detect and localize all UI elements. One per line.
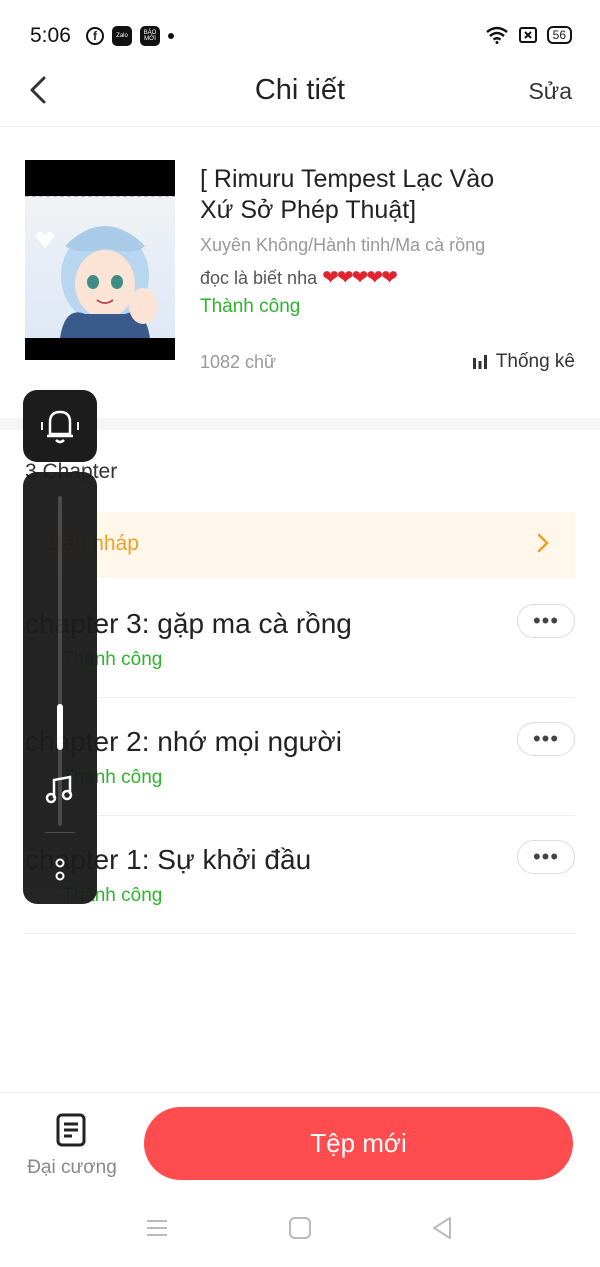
facebook-icon: f	[86, 27, 104, 45]
chapter-more-button[interactable]: •••	[517, 604, 575, 638]
status-right: 56	[485, 26, 572, 44]
edit-button[interactable]: Sửa	[528, 78, 572, 105]
book-title: [ Rimuru Tempest Lạc Vào Xứ Sở Phép Thuậ…	[200, 165, 495, 224]
more-icon: •••	[532, 844, 560, 869]
more-icon: •••	[532, 726, 560, 751]
outline-icon[interactable]	[55, 1112, 89, 1148]
sim-icon	[518, 27, 537, 43]
status-app-icons: f Zalo BÁO MỚI	[86, 26, 174, 46]
battery-indicator: 56	[546, 26, 572, 44]
chapter-more-button[interactable]: •••	[517, 840, 575, 874]
volume-panel	[23, 472, 97, 904]
ring-mode-button[interactable]	[23, 390, 97, 462]
notification-dot	[168, 33, 174, 39]
book-description: đọc là biết nha ❤❤❤❤❤	[200, 265, 398, 290]
header-divider	[0, 126, 600, 127]
row-divider	[25, 697, 575, 698]
description-text: đọc là biết nha	[200, 268, 318, 288]
hearts-emoji: ❤❤❤❤❤	[322, 267, 398, 289]
stats-label: Thống kê	[495, 351, 575, 372]
page-title: Chi tiết	[254, 74, 346, 106]
panel-divider	[45, 832, 75, 833]
chapter-more-button[interactable]: •••	[517, 722, 575, 756]
row-divider	[25, 933, 575, 934]
book-status: Thành công	[200, 296, 301, 317]
more-options-icon[interactable]	[50, 854, 70, 884]
wifi-icon	[485, 26, 508, 44]
zalo-icon: Zalo	[112, 26, 132, 46]
chart-icon	[472, 355, 487, 369]
status-time: 5:06	[30, 24, 71, 47]
menu-icon[interactable]	[143, 1214, 171, 1242]
home-icon[interactable]	[286, 1214, 314, 1242]
book-cover[interactable]	[25, 160, 175, 360]
book-genre: Xuyên Không/Hành tinh/Ma cà rồng	[200, 235, 486, 255]
music-icon[interactable]	[43, 772, 77, 806]
outline-label[interactable]: Đại cương	[0, 1157, 144, 1179]
bell-icon	[41, 410, 79, 444]
bottom-divider	[0, 1092, 600, 1093]
volume-slider-thumb[interactable]	[57, 704, 63, 750]
new-file-button[interactable]: Tệp mới	[144, 1107, 573, 1180]
more-icon: •••	[532, 608, 560, 633]
cover-illustration	[25, 196, 175, 338]
chevron-right-icon	[537, 533, 549, 553]
row-divider	[25, 815, 575, 816]
nav-back-icon[interactable]	[428, 1214, 456, 1242]
word-count: 1082 chữ	[200, 352, 277, 372]
stats-button[interactable]: Thống kê	[472, 351, 575, 373]
draft-row[interactable]: Bản nháp	[25, 512, 575, 578]
baomoi-icon: BÁO MỚI	[140, 26, 160, 46]
